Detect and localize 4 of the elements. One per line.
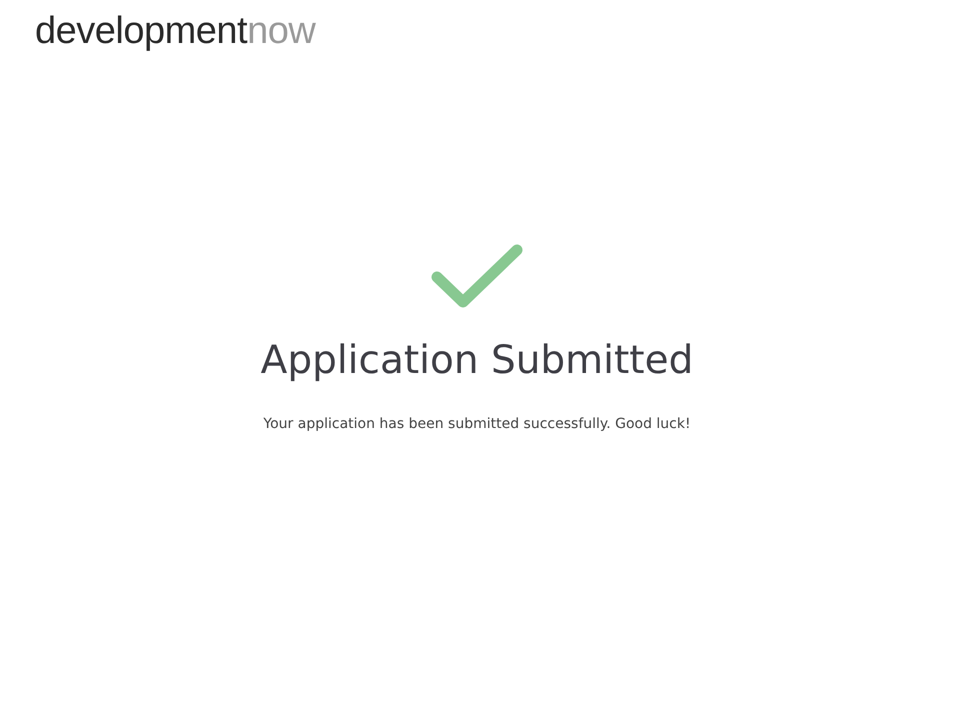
checkmark-icon: [431, 244, 523, 310]
confirmation-title: Application Submitted: [260, 338, 694, 384]
confirmation-message: Your application has been submitted successfully. Good luck!: [263, 416, 691, 432]
logo: developmentnow: [35, 9, 316, 54]
